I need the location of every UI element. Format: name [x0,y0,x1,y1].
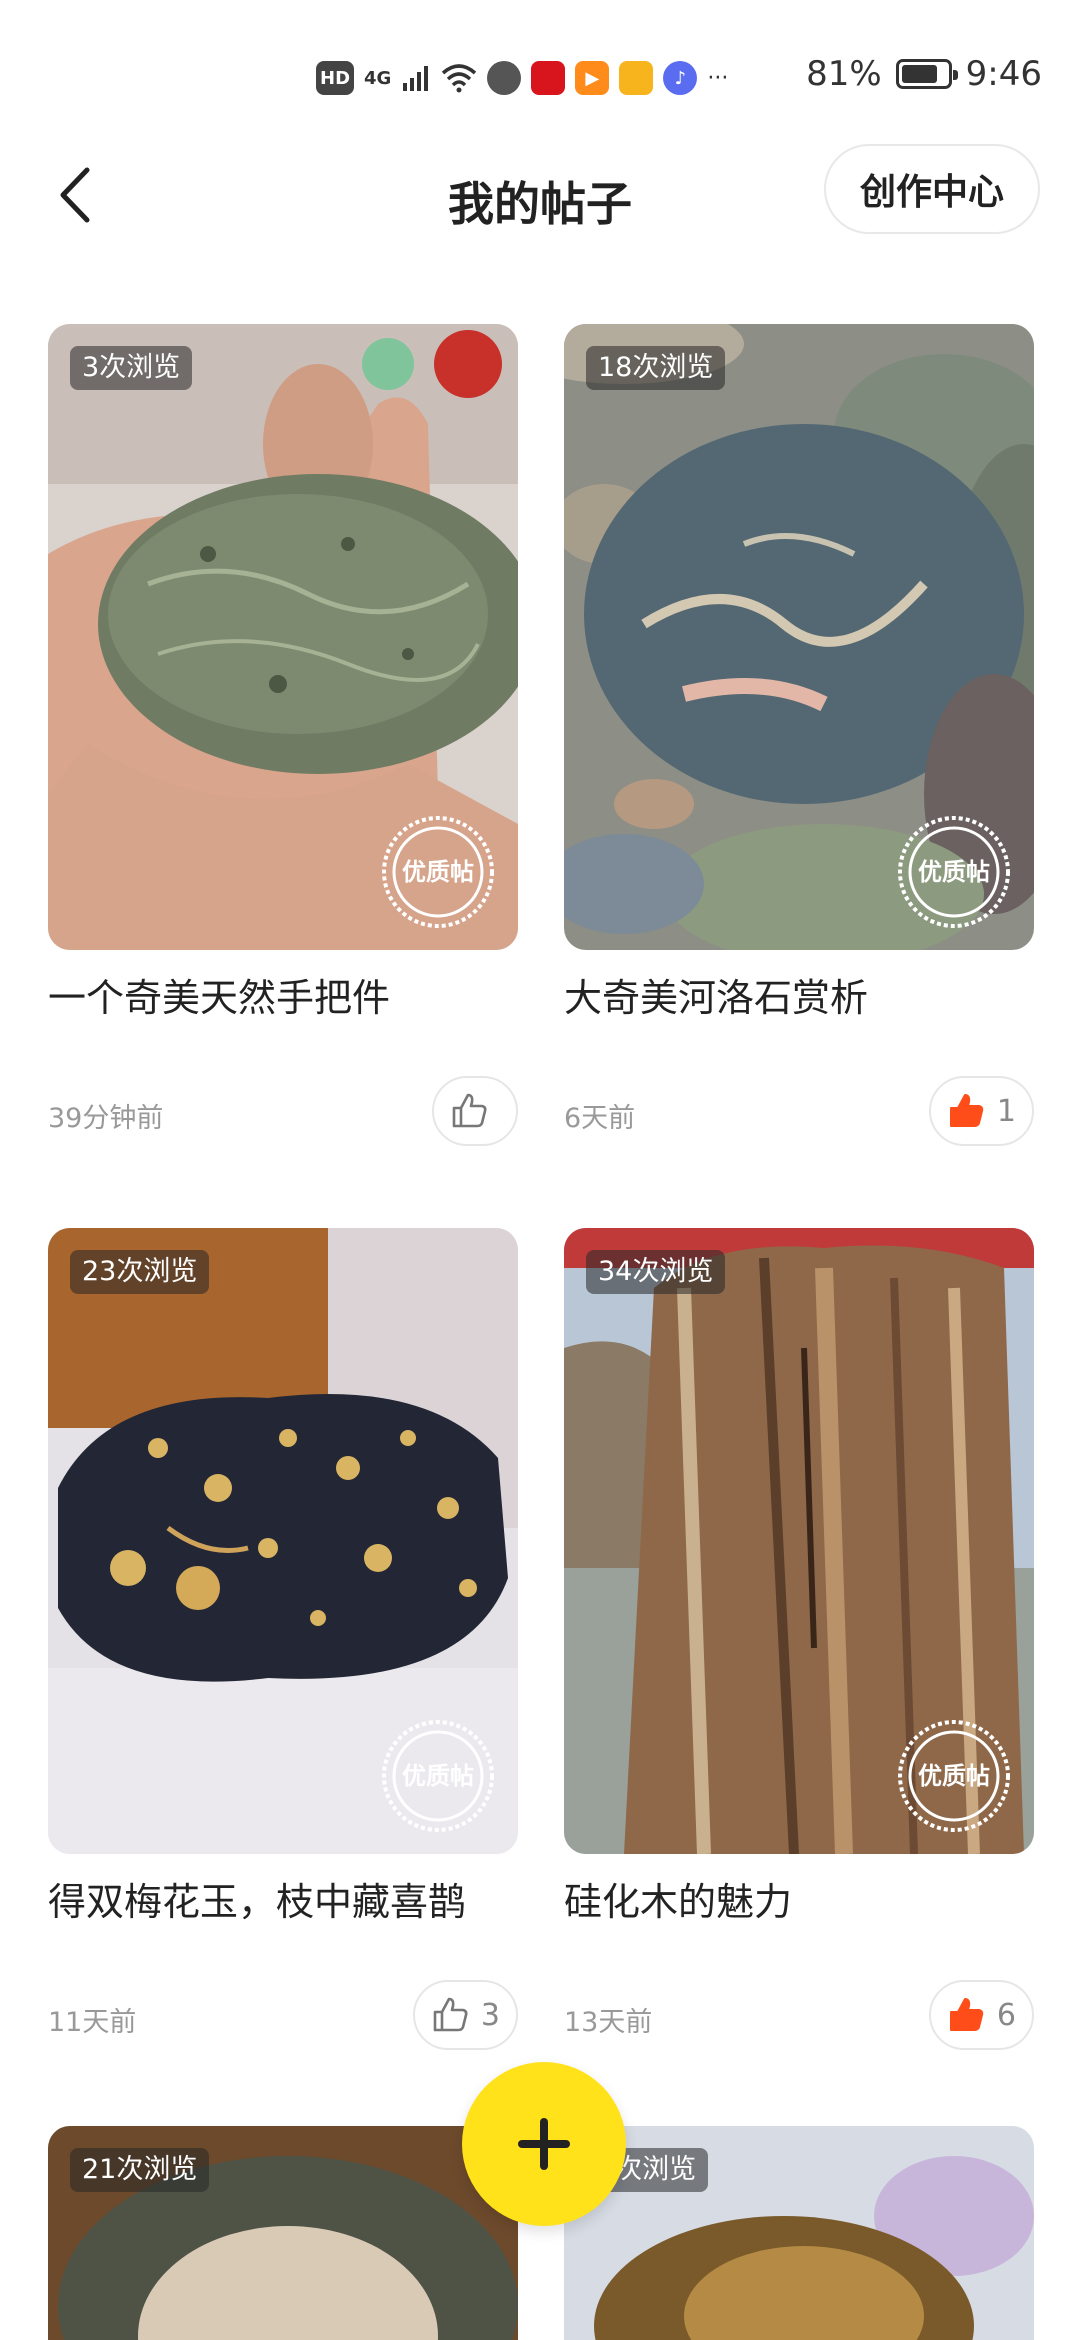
thumbs-up-filled-icon [949,1998,984,2031]
hd-icon: HD [316,61,355,95]
post-card[interactable]: 2次浏览 [564,2126,1034,2340]
browser-app-icon [487,61,522,95]
post-thumbnail[interactable]: 18次浏览 优质帖 [564,324,1034,950]
post-card[interactable]: 21次浏览 [48,2126,518,2340]
post-thumbnail[interactable]: 21次浏览 [48,2126,518,2340]
quality-badge-label: 优质帖 [918,858,990,886]
post-card[interactable]: 34次浏览 优质帖 硅化木的魅力 13天前 6 [564,1228,1034,2050]
views-badge: 21次浏览 [70,2148,210,2192]
create-post-button[interactable] [462,2062,626,2226]
like-button[interactable]: 6 [928,1980,1034,2050]
battery-percent: 81% [806,54,882,94]
quality-post-stamp-icon: 优质帖 [898,1720,1010,1832]
like-count: 3 [480,1997,500,2033]
post-thumbnail[interactable]: 34次浏览 优质帖 [564,1228,1034,1854]
post-thumbnail[interactable]: 2次浏览 [564,2126,1034,2340]
video-app-icon: ▶ [575,61,610,95]
quality-badge-label: 优质帖 [402,858,474,886]
wifi-icon [442,64,477,93]
quality-badge-label: 优质帖 [402,1762,474,1790]
status-icons: HD 4G ▶ ♪ ··· [316,58,728,98]
post-title[interactable]: 得双梅花玉，枝中藏喜鹊 [48,1874,518,1930]
like-button[interactable]: 1 [928,1076,1034,1146]
status-bar: HD 4G ▶ ♪ ··· 81% 9:46 [0,0,1080,150]
like-count: 6 [996,1997,1016,2033]
post-card[interactable]: 18次浏览 优质帖 大奇美河洛石赏析 6天前 1 [564,324,1034,1146]
network-type: 4G [364,67,392,89]
like-button[interactable] [432,1076,518,1146]
thumbs-up-filled-icon [949,1094,984,1127]
signal-icon [403,66,429,91]
battery-icon [895,59,958,89]
views-badge: 23次浏览 [70,1250,210,1294]
music-app-icon: ♪ [663,61,698,95]
quality-badge-label: 优质帖 [918,1762,990,1790]
thumbs-up-outline-icon [452,1093,487,1128]
header: 我的帖子 创作中心 [0,140,1080,250]
more-notifications-icon: ··· [707,65,729,91]
post-thumbnail[interactable]: 23次浏览 优质帖 [48,1228,518,1854]
quality-post-stamp-icon: 优质帖 [382,816,494,928]
app-icon-yellow [619,61,654,95]
app-icon-red [531,61,566,95]
views-badge: 18次浏览 [586,346,726,390]
post-title[interactable]: 一个奇美天然手把件 [48,970,518,1026]
post-time: 39分钟前 [48,1103,164,1134]
post-title[interactable]: 硅化木的魅力 [564,1874,1034,1930]
views-badge: 34次浏览 [586,1250,726,1294]
post-time: 11天前 [48,2007,137,2038]
quality-post-stamp-icon: 优质帖 [382,1720,494,1832]
creator-center-button[interactable]: 创作中心 [823,144,1040,234]
like-button[interactable]: 3 [412,1980,518,2050]
quality-post-stamp-icon: 优质帖 [898,816,1010,928]
battery-level [901,65,938,83]
post-card[interactable]: 23次浏览 优质帖 得双梅花玉，枝中藏喜鹊 11天前 3 [48,1228,518,2050]
post-time: 13天前 [564,2007,653,2038]
post-card[interactable]: 3次浏览 优质帖 一个奇美天然手把件 39分钟前 [48,324,518,1146]
views-badge: 3次浏览 [70,346,193,390]
thumbs-up-outline-icon [433,1997,468,2032]
post-title[interactable]: 大奇美河洛石赏析 [564,970,1034,1026]
plus-icon [518,2118,570,2170]
post-thumbnail[interactable]: 3次浏览 优质帖 [48,324,518,950]
clock: 9:46 [965,54,1042,94]
like-count: 1 [996,1093,1016,1129]
post-time: 6天前 [564,1103,636,1134]
